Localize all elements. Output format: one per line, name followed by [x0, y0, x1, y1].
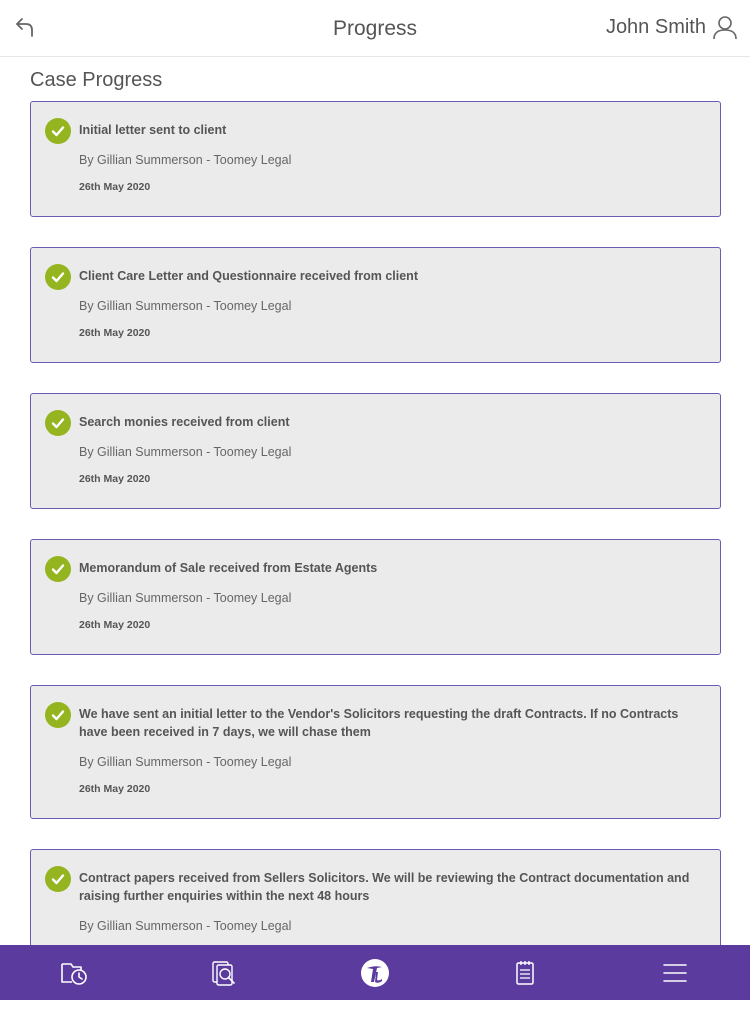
item-title: Initial letter sent to client — [79, 123, 227, 137]
tab-home[interactable] — [360, 958, 390, 988]
progress-item: Memorandum of Sale received from Estate … — [30, 539, 721, 655]
item-title: Client Care Letter and Questionnaire rec… — [79, 269, 418, 283]
tab-notes[interactable] — [510, 958, 540, 988]
document-search-icon — [212, 961, 235, 986]
menu-icon — [663, 964, 687, 982]
item-date: 26th May 2020 — [79, 619, 151, 631]
item-author: By Gillian Summerson - Toomey Legal — [79, 591, 292, 605]
notes-icon — [516, 961, 534, 985]
section-title: Case Progress — [30, 69, 163, 91]
progress-item: Initial letter sent to client By Gillian… — [30, 101, 721, 217]
check-icon — [45, 410, 71, 436]
user-profile-button[interactable]: John Smith — [606, 14, 738, 40]
check-icon — [45, 264, 71, 290]
check-icon — [45, 866, 71, 892]
item-author: By Gillian Summerson - Toomey Legal — [79, 755, 292, 769]
tab-documents[interactable] — [209, 958, 239, 988]
item-date: 26th May 2020 — [79, 327, 151, 339]
bottom-tab-bar — [0, 945, 750, 1000]
check-icon — [45, 118, 71, 144]
item-date: 26th May 2020 — [79, 181, 151, 193]
user-icon — [713, 16, 737, 40]
tab-menu[interactable] — [660, 958, 690, 988]
item-title: We have sent an initial letter to the Ve… — [79, 707, 679, 739]
item-author: By Gillian Summerson - Toomey Legal — [79, 445, 292, 459]
progress-list: Initial letter sent to client By Gillian… — [30, 101, 721, 1013]
tab-progress[interactable] — [59, 958, 89, 988]
item-title: Contract papers received from Sellers So… — [79, 871, 690, 903]
header: Progress John Smith — [0, 0, 750, 57]
item-author: By Gillian Summerson - Toomey Legal — [79, 919, 292, 933]
progress-item: Search monies received from client By Gi… — [30, 393, 721, 509]
progress-item: Client Care Letter and Questionnaire rec… — [30, 247, 721, 363]
progress-icon — [61, 963, 87, 985]
progress-item: We have sent an initial letter to the Ve… — [30, 685, 721, 819]
item-title: Memorandum of Sale received from Estate … — [79, 561, 378, 575]
item-author: By Gillian Summerson - Toomey Legal — [79, 299, 292, 313]
item-date: 26th May 2020 — [79, 473, 151, 485]
item-title: Search monies received from client — [79, 415, 290, 429]
check-icon — [45, 702, 71, 728]
check-icon — [45, 556, 71, 582]
item-author: By Gillian Summerson - Toomey Legal — [79, 153, 292, 167]
user-name: John Smith — [605, 15, 706, 38]
item-date: 26th May 2020 — [79, 783, 151, 795]
logo-icon — [361, 959, 389, 987]
